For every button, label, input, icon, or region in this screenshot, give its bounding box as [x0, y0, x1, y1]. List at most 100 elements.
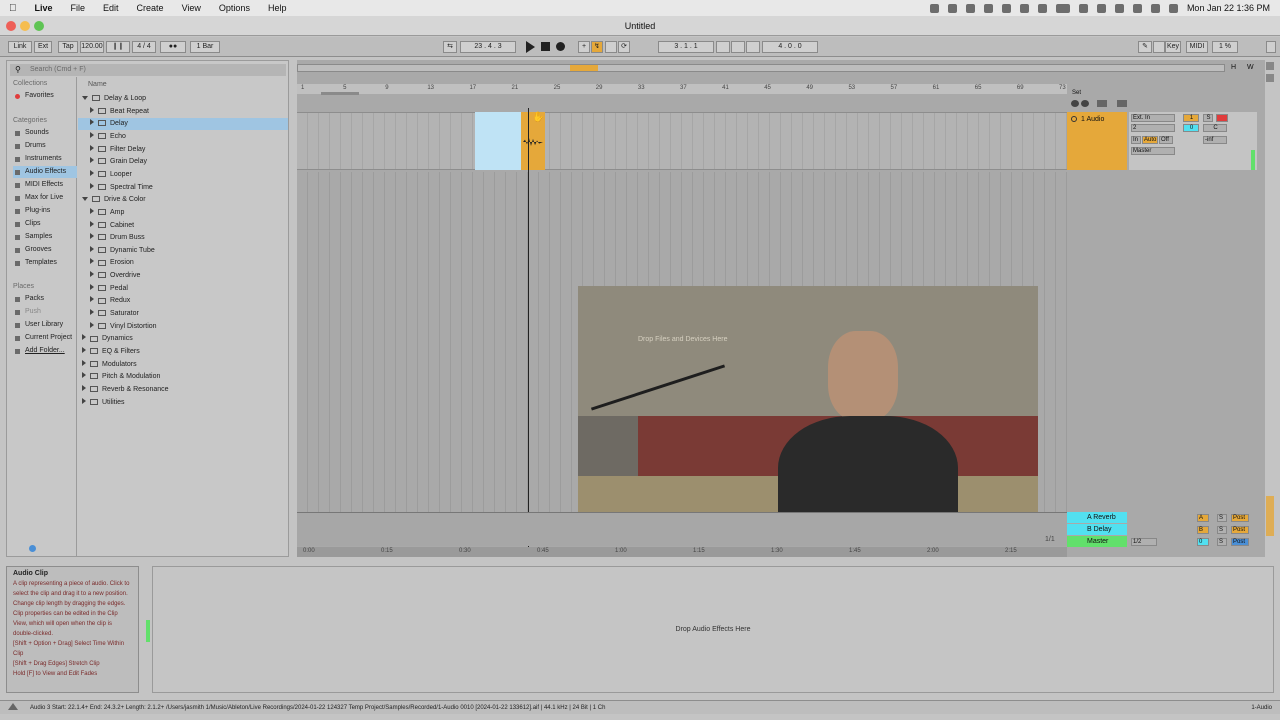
- session-record-button[interactable]: [605, 41, 617, 53]
- draw-mode-button[interactable]: ✎: [1138, 41, 1152, 53]
- menu-view[interactable]: View: [173, 3, 210, 13]
- sidebar-item-midi-effects[interactable]: MIDI Effects: [13, 179, 77, 191]
- chevron-right-icon[interactable]: [90, 220, 94, 227]
- chevron-down-icon[interactable]: [82, 197, 88, 202]
- arrangement-overview[interactable]: [297, 64, 1225, 72]
- punch-out-button[interactable]: [746, 41, 760, 53]
- monitor-in[interactable]: In: [1131, 136, 1141, 144]
- quantize-menu[interactable]: 1 Bar: [190, 41, 220, 53]
- pan-knob[interactable]: C: [1203, 124, 1227, 132]
- sidebar-item-grooves[interactable]: Grooves: [13, 244, 77, 256]
- sidebar-item-templates[interactable]: Templates: [13, 257, 77, 269]
- chevron-right-icon[interactable]: [90, 106, 94, 113]
- menu-help[interactable]: Help: [259, 3, 296, 13]
- master-volume[interactable]: 0: [1197, 538, 1209, 546]
- browser-item[interactable]: Spectral Time: [78, 182, 288, 194]
- return-b-activator[interactable]: B: [1197, 526, 1209, 534]
- browser-item[interactable]: Saturator: [78, 308, 288, 320]
- browser-item[interactable]: Modulators: [78, 359, 288, 371]
- browser-item[interactable]: Amp: [78, 207, 288, 219]
- browser-item[interactable]: Redux: [78, 295, 288, 307]
- track-fold-icon[interactable]: [1071, 116, 1077, 122]
- track-header-audio[interactable]: 1 Audio: [1067, 112, 1127, 170]
- stop-button[interactable]: [541, 42, 550, 51]
- zoom-in-icon[interactable]: [1266, 62, 1274, 70]
- device-view[interactable]: Drop Audio Effects Here: [152, 566, 1274, 693]
- master-post[interactable]: Post: [1231, 538, 1249, 546]
- chevron-right-icon[interactable]: [90, 119, 94, 126]
- chevron-right-icon[interactable]: [82, 384, 86, 391]
- key-map-button[interactable]: Key: [1165, 41, 1181, 53]
- solo-button[interactable]: S: [1203, 114, 1213, 122]
- sidebar-item-packs[interactable]: Packs: [13, 293, 77, 305]
- audio-from-channel[interactable]: 2: [1131, 124, 1175, 132]
- browser-item[interactable]: Delay & Loop: [78, 93, 288, 105]
- control-center-icon[interactable]: [1096, 3, 1106, 13]
- sidebar-item-max-for-live[interactable]: Max for Live: [13, 192, 77, 204]
- window-icon[interactable]: [983, 3, 993, 13]
- chevron-right-icon[interactable]: [90, 245, 94, 252]
- browser-item[interactable]: Dynamic Tube: [78, 245, 288, 257]
- tap-tempo-button[interactable]: Tap: [58, 41, 78, 53]
- sidebar-item-clips[interactable]: Clips: [13, 218, 77, 230]
- back-to-arrangement-icon[interactable]: [1071, 100, 1079, 107]
- track-name[interactable]: 1 Audio: [1081, 116, 1104, 123]
- nudge-buttons[interactable]: ❙❙: [106, 41, 130, 53]
- menu-live[interactable]: Live: [26, 3, 62, 13]
- ext-sync-button[interactable]: Ext: [34, 41, 52, 53]
- mixer-toggle-icon[interactable]: [1266, 496, 1274, 536]
- track-lane-audio[interactable]: [297, 112, 1067, 170]
- volume-field[interactable]: 0: [1183, 124, 1199, 132]
- chevron-right-icon[interactable]: [82, 397, 86, 404]
- browser-item[interactable]: Drum Buss: [78, 232, 288, 244]
- bluetooth-icon[interactable]: [1037, 3, 1047, 13]
- automation-arm-button[interactable]: ↯: [591, 41, 603, 53]
- browser-item[interactable]: Looper: [78, 169, 288, 181]
- record-button[interactable]: [556, 42, 565, 51]
- video-icon[interactable]: [929, 3, 939, 13]
- chevron-right-icon[interactable]: [90, 283, 94, 290]
- browser-item[interactable]: Beat Repeat: [78, 106, 288, 118]
- close-window-button[interactable]: [6, 21, 16, 31]
- chevron-right-icon[interactable]: [90, 321, 94, 328]
- chevron-right-icon[interactable]: [90, 131, 94, 138]
- master-solo[interactable]: S: [1217, 538, 1227, 546]
- menu-edit[interactable]: Edit: [94, 3, 128, 13]
- sidebar-item-user-library[interactable]: User Library: [13, 319, 77, 331]
- browser-item[interactable]: Grain Delay: [78, 156, 288, 168]
- browser-item[interactable]: Pitch & Modulation: [78, 371, 288, 383]
- time-ruler[interactable]: 0:00 0:15 0:30 0:45 1:00 1:15 1:30 1:45 2:00 2:15: [297, 547, 1067, 557]
- screen-record-icon[interactable]: [947, 3, 957, 13]
- punch-in-button[interactable]: [716, 41, 730, 53]
- apple-icon[interactable]: : [0, 3, 26, 14]
- browser-item[interactable]: Cabinet: [78, 220, 288, 232]
- chevron-right-icon[interactable]: [90, 207, 94, 214]
- metronome-button[interactable]: ●●: [160, 41, 186, 53]
- battery-icon[interactable]: [1055, 3, 1070, 13]
- browser-item[interactable]: Echo: [78, 131, 288, 143]
- moon-icon[interactable]: [1001, 3, 1011, 13]
- loop-switch[interactable]: ⟳: [618, 41, 630, 53]
- browser-item[interactable]: Vinyl Distortion: [78, 321, 288, 333]
- midi-map-button[interactable]: MIDI: [1186, 41, 1208, 53]
- expand-tracks-icon[interactable]: [1117, 100, 1127, 107]
- computer-keyboard-button[interactable]: [1153, 41, 1165, 53]
- chevron-right-icon[interactable]: [82, 372, 86, 379]
- master-track[interactable]: Master: [1067, 536, 1127, 547]
- sidebar-item-current-project[interactable]: Current Project: [13, 332, 77, 344]
- chevron-right-icon[interactable]: [90, 233, 94, 240]
- browser-item[interactable]: Pedal: [78, 283, 288, 295]
- arm-record-button[interactable]: [1216, 114, 1228, 122]
- monitor-off[interactable]: Off: [1159, 136, 1173, 144]
- browser-item[interactable]: Drive & Color: [78, 194, 288, 206]
- chevron-right-icon[interactable]: [82, 334, 86, 341]
- chevron-right-icon[interactable]: [90, 309, 94, 316]
- chevron-right-icon[interactable]: [90, 144, 94, 151]
- menu-file[interactable]: File: [62, 3, 95, 13]
- browser-search-input[interactable]: Search (Cmd + F): [10, 64, 286, 76]
- chevron-right-icon[interactable]: [82, 359, 86, 366]
- re-enable-automation-icon[interactable]: [1081, 100, 1089, 107]
- sidebar-item-add-folder[interactable]: Add Folder...: [13, 345, 77, 357]
- chevron-right-icon[interactable]: [90, 296, 94, 303]
- return-b-solo[interactable]: S: [1217, 526, 1227, 534]
